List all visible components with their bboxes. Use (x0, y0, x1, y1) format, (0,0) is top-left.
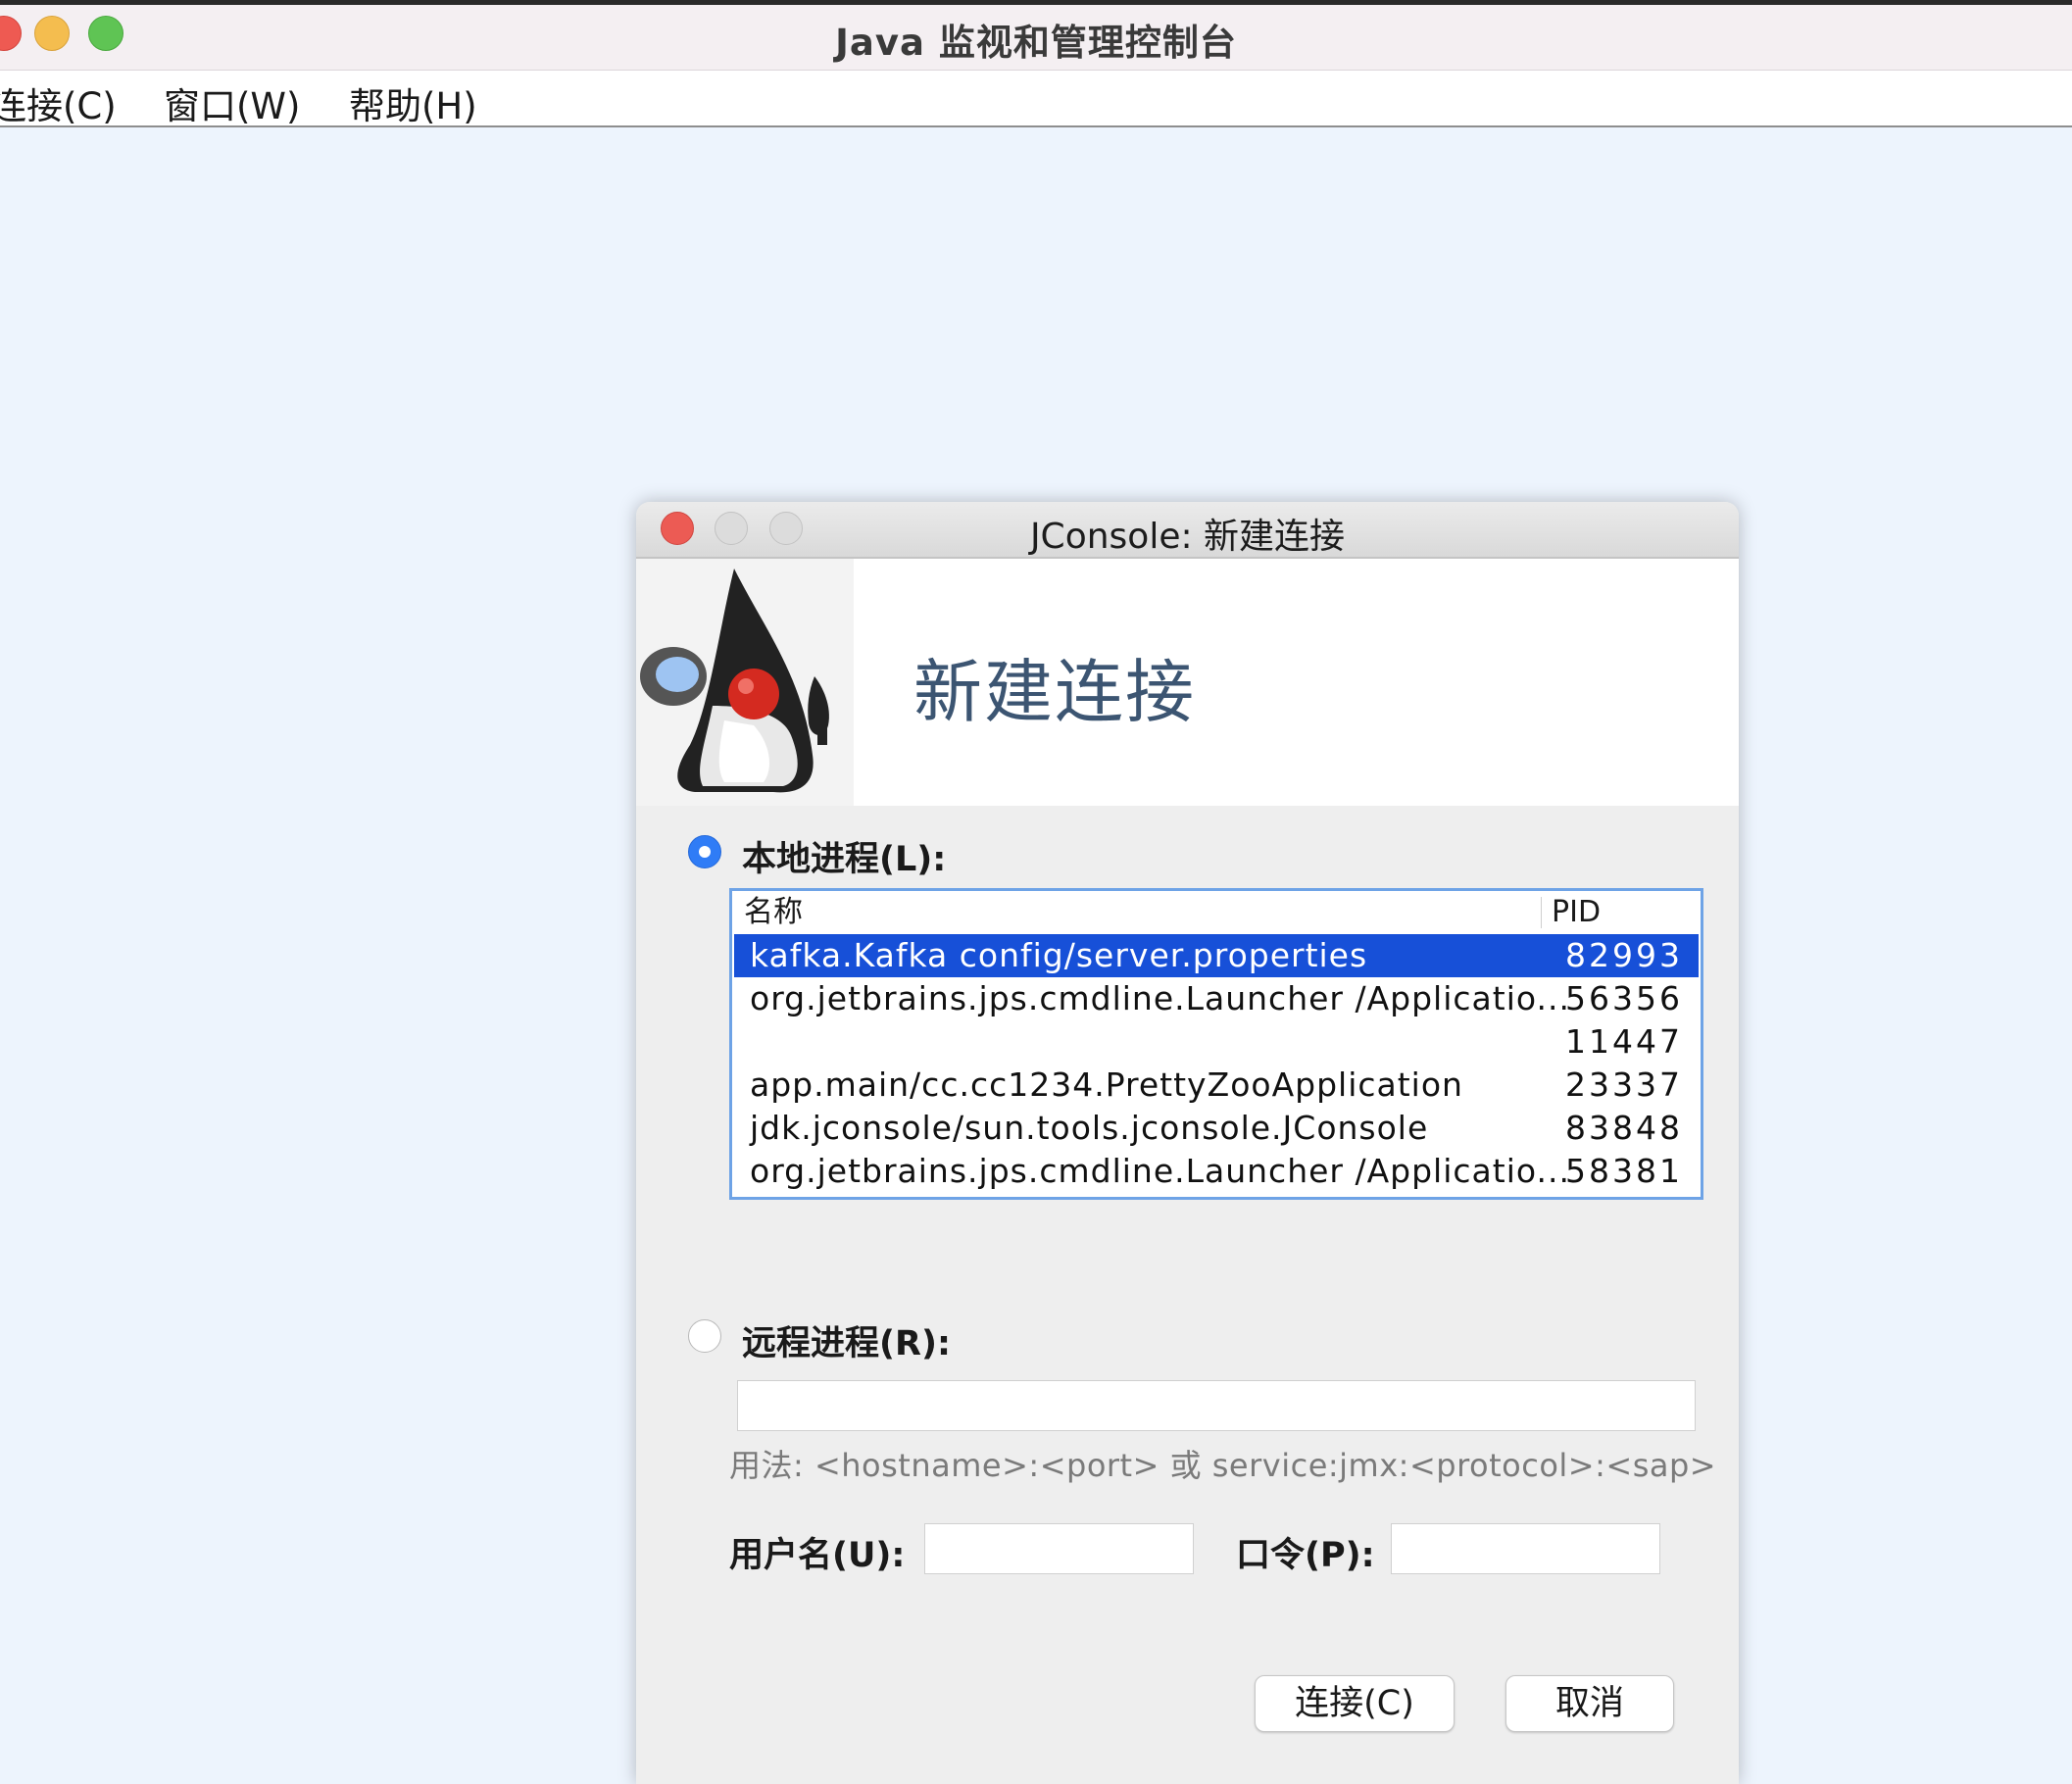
connect-button[interactable]: 连接(C) (1255, 1675, 1455, 1732)
remote-process-label: 远程进程(R): (742, 1324, 951, 1363)
menu-window[interactable]: 窗口(W) (164, 76, 300, 129)
cancel-button[interactable]: 取消 (1505, 1675, 1674, 1732)
column-divider[interactable] (1541, 897, 1542, 928)
remote-usage-hint: 用法: <hostname>:<port> 或 service:jmx:<pro… (729, 1447, 1717, 1484)
table-row[interactable]: 11447 (734, 1020, 1699, 1064)
process-pid: 83848 (1565, 1109, 1683, 1147)
dialog-banner: 新建连接 (636, 559, 1739, 806)
menu-bar: 连接(C) 窗口(W) 帮助(H) (0, 71, 2072, 127)
process-pid: 23337 (1565, 1065, 1683, 1104)
new-connection-dialog: JConsole: 新建连接 新建连接 本地进程(L): 名称 PID kafk… (636, 502, 1739, 1784)
dialog-titlebar[interactable]: JConsole: 新建连接 (636, 502, 1739, 559)
local-process-label: 本地进程(L): (742, 840, 947, 879)
password-input[interactable] (1391, 1523, 1660, 1574)
process-name: org.jetbrains.jps.cmdline.Launcher /Appl… (750, 1152, 1570, 1190)
process-pid: 58381 (1565, 1152, 1683, 1190)
remote-process-radio[interactable] (688, 1319, 721, 1353)
table-row[interactable]: org.jetbrains.jps.cmdline.Launcher /Appl… (734, 977, 1699, 1020)
local-process-radio[interactable] (688, 835, 721, 868)
process-pid: 56356 (1565, 979, 1683, 1017)
column-header-name[interactable]: 名称 (744, 891, 803, 934)
username-input[interactable] (924, 1523, 1194, 1574)
main-window-titlebar[interactable]: Java 监视和管理控制台 (0, 5, 2072, 71)
remote-address-input[interactable] (737, 1380, 1696, 1431)
dialog-title: JConsole: 新建连接 (1029, 517, 1346, 557)
process-table[interactable]: 名称 PID kafka.Kafka config/server.propert… (729, 888, 1703, 1200)
menu-connection[interactable]: 连接(C) (0, 76, 117, 129)
window-title: Java 监视和管理控制台 (835, 22, 1237, 64)
process-name: app.main/cc.cc1234.PrettyZooApplication (750, 1065, 1463, 1104)
process-pid: 11447 (1565, 1022, 1683, 1061)
duke-mascot-icon (636, 559, 854, 806)
password-label: 口令(P): (1236, 1536, 1375, 1575)
table-row[interactable]: app.main/cc.cc1234.PrettyZooApplication … (734, 1064, 1699, 1107)
menu-help[interactable]: 帮助(H) (349, 76, 477, 129)
process-pid: 82993 (1565, 936, 1683, 974)
table-row[interactable]: jdk.jconsole/sun.tools.jconsole.JConsole… (734, 1107, 1699, 1150)
process-name: org.jetbrains.jps.cmdline.Launcher /Appl… (750, 979, 1570, 1017)
table-row[interactable]: org.jetbrains.jps.cmdline.Launcher /Appl… (734, 1150, 1699, 1193)
process-name: kafka.Kafka config/server.properties (750, 936, 1368, 974)
column-header-pid[interactable]: PID (1552, 891, 1601, 934)
table-row[interactable]: kafka.Kafka config/server.properties 829… (734, 934, 1699, 977)
banner-title: 新建连接 (913, 652, 1196, 732)
username-label: 用户名(U): (729, 1536, 906, 1575)
process-name: jdk.jconsole/sun.tools.jconsole.JConsole (750, 1109, 1429, 1147)
